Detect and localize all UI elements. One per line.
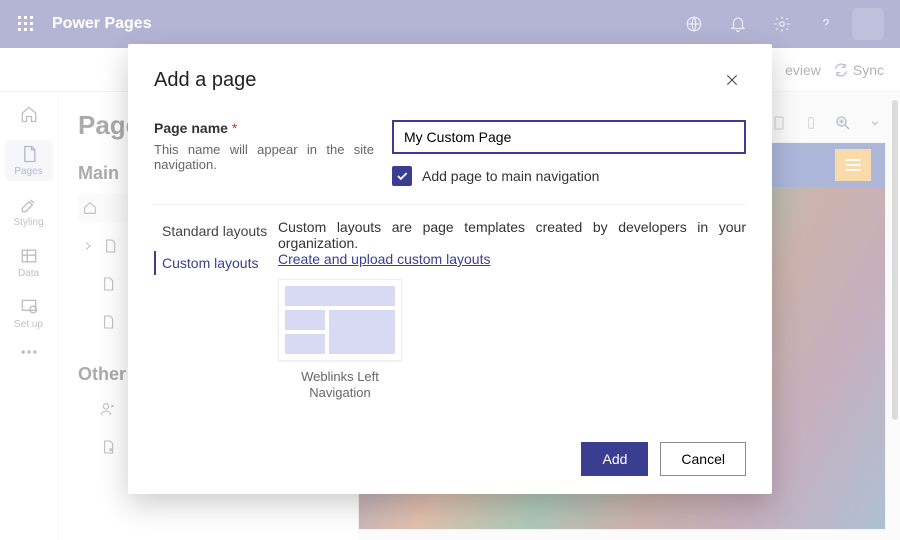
- custom-layout-link[interactable]: Create and upload custom layouts: [278, 251, 490, 267]
- page-name-label: Page name: [154, 120, 228, 136]
- required-mark: *: [232, 120, 237, 136]
- modal-actions: Add Cancel: [154, 442, 746, 476]
- modal-header: Add a page: [154, 66, 746, 94]
- page-name-hint: This name will appear in the site naviga…: [154, 142, 374, 172]
- add-page-modal: Add a page Page name * This name will ap…: [128, 44, 772, 494]
- layout-tabs: Standard layouts Custom layouts: [154, 219, 274, 434]
- scrollbar[interactable]: [892, 100, 898, 420]
- add-to-nav-label: Add page to main navigation: [422, 168, 599, 184]
- page-name-label-col: Page name * This name will appear in the…: [154, 120, 374, 172]
- add-to-nav-row: Add page to main navigation: [392, 166, 746, 186]
- tab-custom-layouts[interactable]: Custom layouts: [154, 251, 274, 275]
- layout-section: Standard layouts Custom layouts Custom l…: [154, 219, 746, 434]
- template-thumb-icon: [278, 279, 402, 361]
- close-icon[interactable]: [718, 66, 746, 94]
- layout-body: Custom layouts are page templates create…: [278, 219, 746, 434]
- template-name: Weblinks Left Navigation: [278, 369, 402, 400]
- page-name-row: Page name * This name will appear in the…: [154, 120, 746, 205]
- page-name-field-col: Add page to main navigation: [392, 120, 746, 186]
- tab-standard-layouts[interactable]: Standard layouts: [154, 219, 274, 243]
- page-name-input[interactable]: [392, 120, 746, 154]
- custom-layout-desc: Custom layouts are page templates create…: [278, 219, 746, 251]
- cancel-button[interactable]: Cancel: [660, 442, 746, 476]
- template-grid: Weblinks Left Navigation: [278, 279, 746, 400]
- modal-title: Add a page: [154, 69, 256, 92]
- add-button[interactable]: Add: [581, 442, 648, 476]
- template-weblinks-left-nav[interactable]: Weblinks Left Navigation: [278, 279, 402, 400]
- add-to-nav-checkbox[interactable]: [392, 166, 412, 186]
